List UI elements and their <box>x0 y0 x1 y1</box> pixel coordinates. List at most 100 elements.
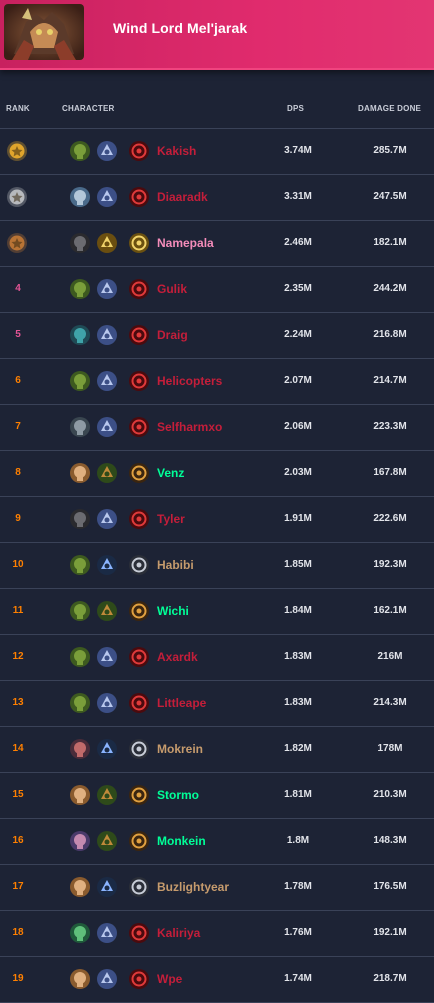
damage-done-value: 167.8M <box>373 467 407 478</box>
class-dk-icon <box>128 922 150 944</box>
table-row[interactable]: 10 Habibi 1.85M 192.3M <box>0 543 434 589</box>
spec-frost-icon <box>96 324 118 346</box>
character-name-link[interactable]: Kakish <box>157 144 196 158</box>
damage-done-value: 216.8M <box>373 329 407 340</box>
boss-name: Wind Lord Mel'jarak <box>113 20 248 36</box>
table-row[interactable]: 9 Tyler 1.91M 222.6M <box>0 497 434 543</box>
table-row[interactable]: 6 Helicopters 2.07M 214.7M <box>0 359 434 405</box>
character-name-link[interactable]: Axardk <box>157 650 198 664</box>
table-row[interactable]: 16 Monkein 1.8M 148.3M <box>0 819 434 865</box>
race-orc-icon <box>69 554 91 576</box>
table-row[interactable]: Kakish 3.74M 285.7M <box>0 129 434 175</box>
race-orc-icon <box>69 370 91 392</box>
rank-number: 7 <box>15 421 21 432</box>
race-orc-icon <box>69 600 91 622</box>
character-name-link[interactable]: Selfharmxo <box>157 420 222 434</box>
column-character: CHARACTER <box>62 104 115 113</box>
dps-value: 3.74M <box>284 145 312 156</box>
dps-value: 1.78M <box>284 881 312 892</box>
rank-number: 4 <box>15 283 21 294</box>
class-warrior-icon <box>128 554 150 576</box>
character-name-link[interactable]: Tyler <box>157 512 185 526</box>
class-monk-icon <box>128 462 150 484</box>
class-dk-icon <box>128 968 150 990</box>
rank-number: 6 <box>15 375 21 386</box>
rank-number: 10 <box>12 559 24 570</box>
race-troll-icon <box>69 738 91 760</box>
character-name-link[interactable]: Mokrein <box>157 742 203 756</box>
damage-done-value: 244.2M <box>373 283 407 294</box>
table-row[interactable]: 5 Draig 2.24M 216.8M <box>0 313 434 359</box>
character-name-link[interactable]: Gulik <box>157 282 187 296</box>
table-row[interactable]: Diaaradk 3.31M 247.5M <box>0 175 434 221</box>
table-row[interactable]: 12 Axardk 1.83M 216M <box>0 635 434 681</box>
character-name-link[interactable]: Venz <box>157 466 184 480</box>
table-row[interactable]: 4 Gulik 2.35M 244.2M <box>0 267 434 313</box>
silver-medal-icon <box>6 186 28 208</box>
rank-number: 14 <box>12 743 24 754</box>
rank-number: 19 <box>12 973 24 984</box>
damage-done-value: 182.1M <box>373 237 407 248</box>
character-name-link[interactable]: Wichi <box>157 604 189 618</box>
character-name-link[interactable]: Helicopters <box>157 374 222 388</box>
damage-done-value: 192.3M <box>373 559 407 570</box>
spec-frost-icon <box>96 968 118 990</box>
class-monk-icon <box>128 830 150 852</box>
table-row[interactable]: 14 Mokrein 1.82M 178M <box>0 727 434 773</box>
dps-value: 2.46M <box>284 237 312 248</box>
damage-done-value: 162.1M <box>373 605 407 616</box>
table-row[interactable]: 19 Wpe 1.74M 218.7M <box>0 957 434 1003</box>
class-dk-icon <box>128 370 150 392</box>
race-worgen-icon <box>69 508 91 530</box>
character-name-link[interactable]: Namepala <box>157 236 214 250</box>
dps-value: 1.83M <box>284 651 312 662</box>
table-row[interactable]: 15 Stormo 1.81M 210.3M <box>0 773 434 819</box>
table-row[interactable]: 18 Kaliriya 1.76M 192.1M <box>0 911 434 957</box>
rank-number: 9 <box>15 513 21 524</box>
table-row[interactable]: Namepala 2.46M 182.1M <box>0 221 434 267</box>
character-name-link[interactable]: Kaliriya <box>157 926 200 940</box>
column-damage-done: DAMAGE DONE <box>358 104 422 113</box>
spec-arms-icon <box>96 554 118 576</box>
rank-number: 12 <box>12 651 24 662</box>
race-orc-icon <box>69 646 91 668</box>
character-name-link[interactable]: Draig <box>157 328 188 342</box>
table-row[interactable]: 7 Selfharmxo 2.06M 223.3M <box>0 405 434 451</box>
rank-number: 17 <box>12 881 24 892</box>
dps-value: 1.84M <box>284 605 312 616</box>
character-name-link[interactable]: Buzlightyear <box>157 880 229 894</box>
class-dk-icon <box>128 278 150 300</box>
class-monk-icon <box>128 600 150 622</box>
class-dk-icon <box>128 692 150 714</box>
table-row[interactable]: 8 Venz 2.03M 167.8M <box>0 451 434 497</box>
dps-value: 1.82M <box>284 743 312 754</box>
character-name-link[interactable]: Monkein <box>157 834 206 848</box>
character-name-link[interactable]: Wpe <box>157 972 182 986</box>
rank-number: 18 <box>12 927 24 938</box>
character-name-link[interactable]: Littleape <box>157 696 206 710</box>
table-row[interactable]: 13 Littleape 1.83M 214.3M <box>0 681 434 727</box>
race-nightelf-icon <box>69 324 91 346</box>
race-gnome-icon <box>69 830 91 852</box>
character-name-link[interactable]: Habibi <box>157 558 194 572</box>
class-dk-icon <box>128 646 150 668</box>
damage-done-value: 222.6M <box>373 513 407 524</box>
race-bloodelf-icon <box>69 922 91 944</box>
table-row[interactable]: 11 Wichi 1.84M 162.1M <box>0 589 434 635</box>
spec-windwalker-icon <box>96 830 118 852</box>
class-dk-icon <box>128 140 150 162</box>
spec-frost-icon <box>96 922 118 944</box>
dps-value: 1.83M <box>284 697 312 708</box>
race-orc-icon <box>69 278 91 300</box>
spec-frost-icon <box>96 692 118 714</box>
gold-medal-icon <box>6 140 28 162</box>
class-warrior-icon <box>128 876 150 898</box>
character-name-link[interactable]: Diaaradk <box>157 190 208 204</box>
character-name-link[interactable]: Stormo <box>157 788 199 802</box>
class-dk-icon <box>128 324 150 346</box>
class-paladin-icon <box>128 232 150 254</box>
damage-done-value: 214.7M <box>373 375 407 386</box>
table-row[interactable]: 17 Buzlightyear 1.78M 176.5M <box>0 865 434 911</box>
spec-retribution-icon <box>96 232 118 254</box>
spec-windwalker-icon <box>96 462 118 484</box>
